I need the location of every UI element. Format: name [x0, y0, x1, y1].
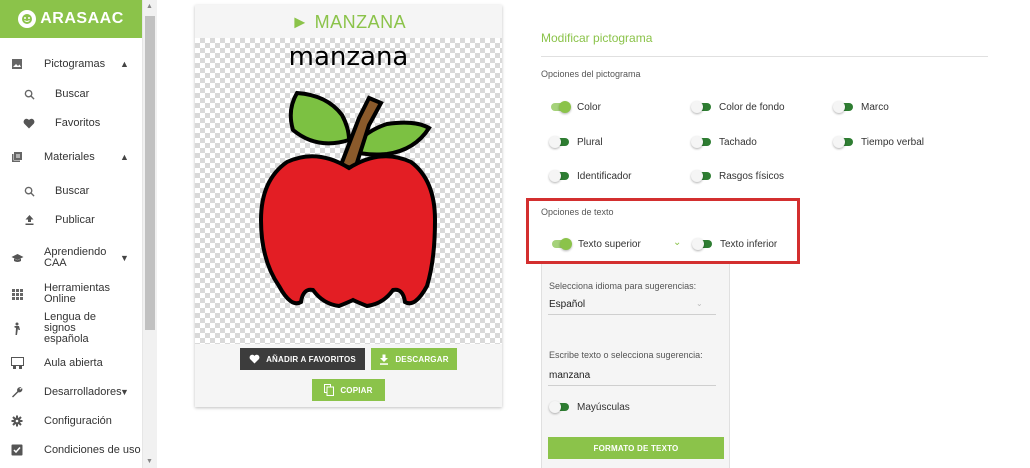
toggle-rasgos-fisicos[interactable]: Rasgos físicos	[691, 170, 784, 182]
toggle-texto-superior[interactable]: Texto superior	[550, 238, 641, 250]
sidebar-item-publicar[interactable]: Publicar	[0, 213, 143, 227]
sidebar: ARASAAC Pictogramas ▲ Buscar Favoritos M…	[0, 0, 143, 468]
logo-bar[interactable]: ARASAAC	[0, 0, 142, 38]
logo-icon	[18, 10, 37, 28]
language-label: Selecciona idioma para sugerencias:	[549, 281, 697, 291]
select-underline	[548, 314, 716, 315]
sidebar-item-buscar-materiales[interactable]: Buscar	[0, 184, 143, 198]
sidebar-item-aprendiendo-caa[interactable]: Aprendiendo CAA ▼	[0, 247, 143, 269]
text-options-label: Opciones de texto	[541, 207, 614, 217]
toggle-identificador[interactable]: Identificador	[549, 170, 631, 182]
text-input[interactable]: manzana	[549, 370, 590, 381]
pictogram-canvas: manzana	[195, 38, 502, 344]
picto-options-label: Opciones del pictograma	[541, 69, 641, 79]
chevron-down-icon[interactable]: ⌄	[696, 299, 703, 308]
chevron-down-icon[interactable]: ⌄	[673, 237, 681, 248]
toggle-switch[interactable]	[549, 401, 571, 413]
toggle-switch[interactable]	[692, 238, 714, 250]
toggle-color[interactable]: Color	[549, 101, 601, 113]
pictogram-title: ► MANZANA	[290, 12, 407, 32]
chevron-up-icon[interactable]: ▲	[120, 59, 129, 69]
scroll-up-arrow[interactable]: ▲	[146, 3, 153, 10]
pictogram-card: ► MANZANA manzana AÑADIR A FAVORITOS DES…	[195, 5, 502, 407]
chevron-up-icon[interactable]: ▲	[120, 152, 129, 162]
sidebar-item-materiales[interactable]: Materiales ▲	[0, 150, 143, 164]
apps-icon	[10, 287, 24, 301]
download-icon	[380, 354, 389, 365]
upload-icon	[22, 213, 36, 227]
toggle-mayusculas[interactable]: Mayúsculas	[549, 401, 630, 413]
text-label: Escribe texto o selecciona sugerencia:	[549, 350, 703, 360]
heart-icon	[22, 116, 36, 130]
sidebar-item-condiciones[interactable]: Condiciones de uso	[0, 443, 143, 457]
toggle-switch[interactable]	[549, 170, 571, 182]
toggle-tachado[interactable]: Tachado	[691, 136, 757, 148]
add-favorites-button[interactable]: AÑADIR A FAVORITOS	[240, 348, 365, 370]
sidebar-item-aula-abierta[interactable]: Aula abierta	[0, 356, 143, 370]
toggle-switch[interactable]	[549, 101, 571, 113]
divider	[541, 56, 988, 57]
download-button[interactable]: DESCARGAR	[371, 348, 457, 370]
scroll-down-arrow[interactable]: ▼	[146, 458, 153, 465]
language-select[interactable]: Español	[549, 299, 585, 310]
toggle-switch[interactable]	[691, 101, 713, 113]
search-icon	[22, 87, 36, 101]
toggle-marco[interactable]: Marco	[833, 101, 889, 113]
library-icon	[10, 150, 24, 164]
search-icon	[22, 184, 36, 198]
copy-button[interactable]: COPIAR	[312, 379, 385, 401]
toggle-switch[interactable]	[691, 136, 713, 148]
toggle-switch[interactable]	[833, 136, 855, 148]
school-icon	[10, 251, 24, 265]
copy-icon	[324, 384, 335, 396]
toggle-switch[interactable]	[691, 170, 713, 182]
apple-illustration	[258, 90, 438, 309]
toggle-switch[interactable]	[550, 238, 572, 250]
wrench-icon	[10, 385, 24, 399]
input-underline	[548, 385, 716, 386]
image-icon	[10, 57, 24, 71]
gear-icon	[10, 414, 24, 428]
text-format-panel: Selecciona idioma para sugerencias: Espa…	[541, 264, 730, 468]
sidebar-item-herramientas[interactable]: Herramientas Online	[0, 283, 143, 305]
checkbox-icon	[10, 443, 24, 457]
panel-title: Modificar pictograma	[541, 31, 653, 45]
sidebar-item-favoritos[interactable]: Favoritos	[0, 116, 143, 130]
sidebar-item-pictogramas[interactable]: Pictogramas ▲	[0, 57, 143, 71]
heart-icon	[249, 354, 260, 364]
sidebar-item-lengua-signos[interactable]: Lengua de signos española	[0, 311, 143, 344]
logo-text: ARASAAC	[40, 10, 124, 27]
pictogram-word: manzana	[288, 42, 409, 72]
toggle-switch[interactable]	[549, 136, 571, 148]
scrollbar-thumb[interactable]	[145, 16, 155, 330]
toggle-color-fondo[interactable]: Color de fondo	[691, 101, 785, 113]
toggle-plural[interactable]: Plural	[549, 136, 603, 148]
sign-language-icon	[10, 321, 24, 335]
toggle-texto-inferior[interactable]: Texto inferior	[692, 238, 777, 250]
sidebar-item-desarrolladores[interactable]: Desarrolladores ▼	[0, 385, 143, 399]
chevron-down-icon[interactable]: ▼	[120, 387, 129, 397]
toggle-switch[interactable]	[833, 101, 855, 113]
sidebar-item-configuracion[interactable]: Configuración	[0, 414, 143, 428]
format-text-button[interactable]: FORMATO DE TEXTO	[548, 437, 724, 459]
classroom-icon	[10, 356, 24, 370]
toggle-tiempo-verbal[interactable]: Tiempo verbal	[833, 136, 924, 148]
sidebar-item-buscar-pictogramas[interactable]: Buscar	[0, 87, 143, 101]
chevron-down-icon[interactable]: ▼	[120, 253, 129, 263]
sidebar-scrollbar[interactable]: ▲ ▼	[143, 0, 157, 468]
